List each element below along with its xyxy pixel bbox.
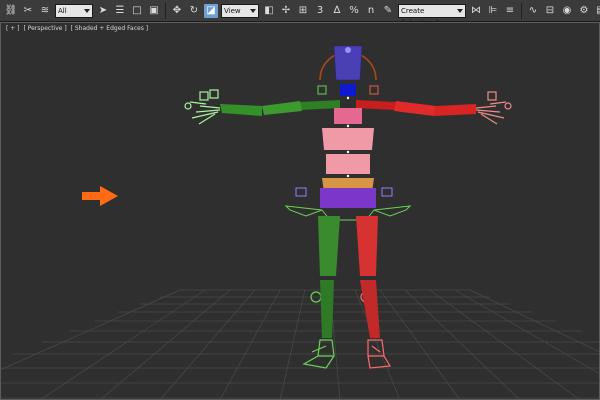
left-shin[interactable] <box>320 280 334 338</box>
reference-coordinate-dropdown[interactable]: View <box>221 3 259 18</box>
spine-mid[interactable] <box>326 154 370 174</box>
spinner-snap-label: n <box>367 4 375 16</box>
perspective-viewport[interactable] <box>0 22 600 400</box>
edit-named-selection-icon[interactable]: ✎ <box>381 4 395 18</box>
layer-manager-icon[interactable]: ≡ <box>503 4 517 18</box>
head-pivot <box>345 47 351 53</box>
select-object-icon[interactable]: ➤ <box>96 4 110 18</box>
select-rotate-icon[interactable]: ↻ <box>187 4 201 18</box>
snap-toggle-icon[interactable]: 3 <box>313 4 327 18</box>
spine-upper[interactable] <box>334 108 362 124</box>
use-pivot-icon[interactable]: ◧ <box>262 4 276 18</box>
rect-region-icon[interactable]: □ <box>130 4 144 18</box>
unlink-icon[interactable]: ✂ <box>21 4 35 18</box>
percent-snap-label: % <box>349 4 359 16</box>
spine-chest[interactable] <box>322 128 374 150</box>
material-editor-icon[interactable]: ◉ <box>560 4 574 18</box>
percent-snap-icon[interactable]: % <box>347 4 361 18</box>
spinner-snap-icon[interactable]: n <box>364 4 378 18</box>
bind-spacewarp-icon[interactable]: ≋ <box>38 4 52 18</box>
angle-snap-icon[interactable]: ∆ <box>330 4 344 18</box>
render-setup-icon[interactable]: ⚙ <box>577 4 591 18</box>
toolbar-separator <box>521 2 522 19</box>
curve-editor-icon[interactable]: ∿ <box>526 4 540 18</box>
named-selection-sets-dropdown[interactable]: Create Selection Se <box>398 3 466 27</box>
neck-bone[interactable] <box>340 84 356 96</box>
mirror-icon[interactable]: ⋈ <box>469 4 483 18</box>
select-scale-icon[interactable]: ◪ <box>204 3 218 18</box>
align-icon[interactable]: ⊫ <box>486 4 500 18</box>
viewport-plus-menu[interactable]: [ + ] <box>6 25 20 32</box>
schematic-view-icon[interactable]: ⊟ <box>543 4 557 18</box>
keyboard-shortcut-icon[interactable]: ⊞ <box>296 4 310 18</box>
rendered-frame-icon[interactable]: ▤ <box>594 4 600 18</box>
viewport-label[interactable]: [ + ] [ Perspective ] [ Shaded + Edged F… <box>6 25 150 32</box>
angle-snap-label: ∆ <box>333 4 341 16</box>
toolbar-separator <box>165 2 166 19</box>
window-crossing-icon[interactable]: ▣ <box>147 4 161 18</box>
main-toolbar: ⛓ ✂ ≋ All ➤ ☰ □ ▣ ✥ ↻ ◪ View ◧ ✢ ⊞ 3 ∆ %… <box>0 0 600 27</box>
viewport-pov-menu[interactable]: [ Perspective ] <box>23 25 66 32</box>
manipulate-icon[interactable]: ✢ <box>279 4 293 18</box>
pelvis-bone[interactable] <box>320 188 376 208</box>
right-forearm[interactable] <box>434 104 476 116</box>
selection-filter-dropdown[interactable]: All <box>55 3 93 18</box>
select-and-link-icon[interactable]: ⛓ <box>4 4 18 18</box>
viewport-shading-menu[interactable]: [ Shaded + Edged Faces ] <box>71 25 148 32</box>
viewport-background <box>0 22 600 400</box>
snap-label: 3 <box>316 4 324 16</box>
select-move-icon[interactable]: ✥ <box>170 4 184 18</box>
select-by-name-icon[interactable]: ☰ <box>113 4 127 18</box>
